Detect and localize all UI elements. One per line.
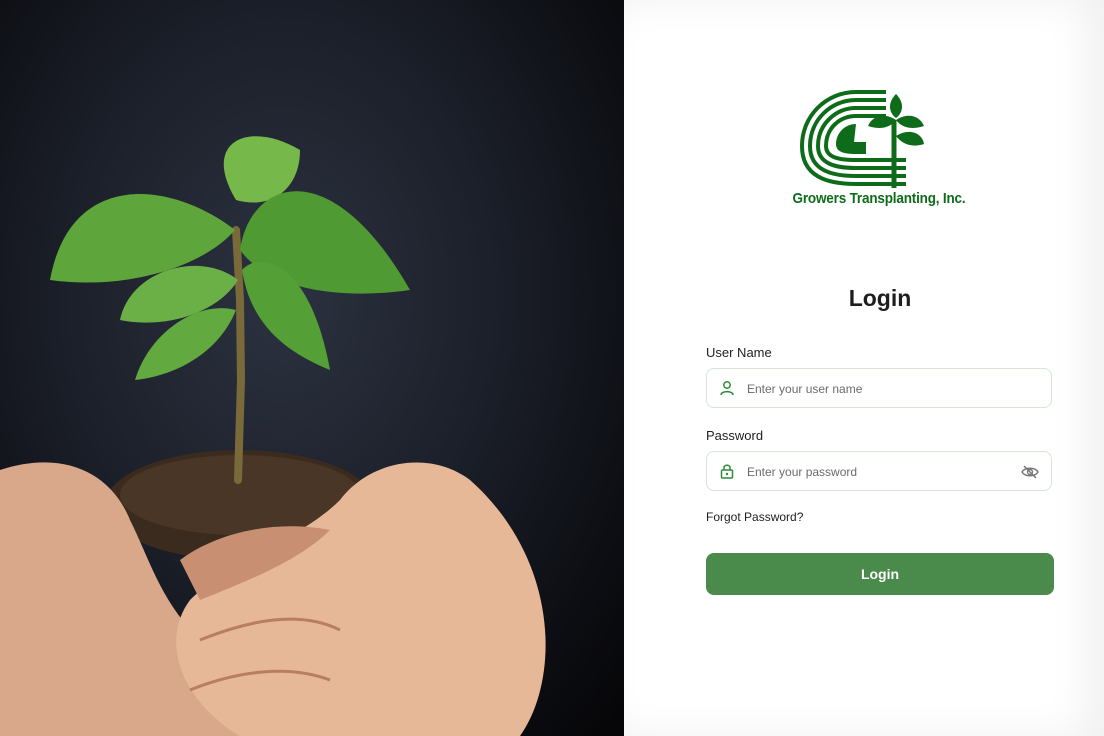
login-button[interactable]: Login	[706, 553, 1054, 595]
user-icon	[720, 381, 734, 396]
forgot-password-link[interactable]: Forgot Password?	[706, 510, 803, 524]
eye-off-icon[interactable]	[1021, 464, 1039, 480]
seedling-in-hands-illustration	[0, 136, 546, 736]
company-name: Growers Transplanting, Inc.	[792, 190, 966, 207]
password-input[interactable]	[745, 452, 1019, 491]
password-label: Password	[706, 428, 764, 443]
lock-icon	[720, 464, 734, 479]
hero-image	[0, 0, 624, 736]
password-field[interactable]	[706, 451, 1052, 491]
login-panel: Growers Transplanting, Inc. Login User N…	[624, 0, 1104, 736]
username-field[interactable]	[706, 368, 1052, 408]
username-label: User Name	[706, 345, 772, 360]
login-page: Growers Transplanting, Inc. Login User N…	[0, 0, 1104, 736]
page-title: Login	[848, 285, 912, 311]
username-input[interactable]	[745, 369, 1019, 408]
